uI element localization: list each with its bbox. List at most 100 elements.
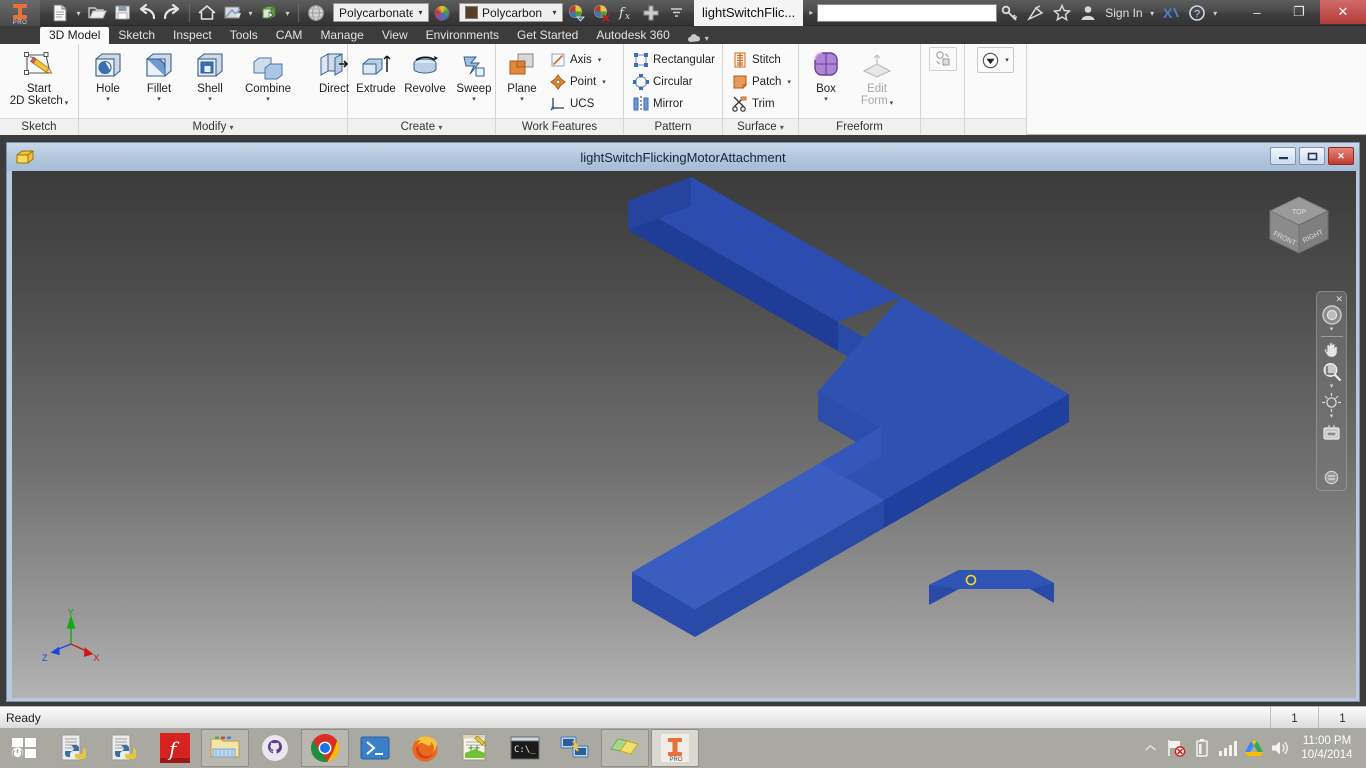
user-avatar-icon[interactable]	[1075, 1, 1101, 25]
panel-create-dropdown-icon[interactable]: ▾	[438, 123, 442, 132]
taskbar-flash-f-icon[interactable]: f	[151, 729, 199, 767]
document-close-button[interactable]: ✕	[1328, 147, 1354, 165]
return-caret-icon[interactable]: ▾	[245, 2, 256, 24]
adjust-appearance-icon[interactable]	[564, 2, 588, 24]
orbit-icon[interactable]	[1319, 391, 1345, 413]
combine-caret-icon[interactable]: ▾	[266, 96, 270, 103]
taskbar-firefox-icon[interactable]	[401, 729, 449, 767]
autodesk-exchange-icon[interactable]: X	[1158, 1, 1184, 25]
plus-icon[interactable]	[639, 2, 663, 24]
update-green-box-icon[interactable]	[257, 2, 281, 24]
shell-button[interactable]: Shell ▾	[185, 47, 235, 103]
steering-wheel-icon[interactable]	[1319, 304, 1345, 326]
point-caret-icon[interactable]: ▾	[602, 78, 606, 86]
taskbar-python-script-icon-1[interactable]	[51, 729, 99, 767]
fillet-button[interactable]: Fillet ▾	[134, 47, 184, 103]
material-selector[interactable]: Polycarbonate ▾	[333, 3, 430, 22]
revolve-button[interactable]: Revolve	[401, 47, 449, 95]
edit-form-button[interactable]: Edit Form ▾	[850, 47, 904, 107]
panel-surface-dropdown-icon[interactable]: ▾	[780, 123, 784, 132]
cloud-icon[interactable]: ▾	[679, 33, 717, 44]
tab-inspect[interactable]: Inspect	[164, 27, 221, 44]
appearance-sphere-icon[interactable]	[430, 2, 454, 24]
document-minimize-button[interactable]	[1270, 147, 1296, 165]
fx-parameters-icon[interactable]: fx	[614, 2, 638, 24]
zoom-magnifier-icon[interactable]	[1319, 361, 1345, 383]
patch-button[interactable]: Patch ▾	[727, 71, 795, 92]
look-at-icon[interactable]	[1319, 421, 1345, 443]
return-icon[interactable]	[220, 2, 244, 24]
convert-button[interactable]	[928, 47, 957, 71]
sweep-caret-icon[interactable]: ▾	[472, 96, 476, 103]
plane-button[interactable]: Plane ▾	[500, 47, 544, 103]
stitch-button[interactable]: Stitch	[727, 49, 795, 70]
hole-button[interactable]: Hole ▾	[83, 47, 133, 103]
hole-caret-icon[interactable]: ▾	[106, 96, 110, 103]
panel-modify-dropdown-icon[interactable]: ▾	[230, 123, 234, 132]
tab-manage[interactable]: Manage	[311, 27, 372, 44]
network-signal-icon[interactable]	[1218, 738, 1238, 758]
tab-get-started[interactable]: Get Started	[508, 27, 587, 44]
rectangular-pattern-button[interactable]: Rectangular	[628, 49, 719, 70]
more-commands-caret[interactable]	[664, 2, 688, 24]
circular-pattern-button[interactable]: Circular	[628, 71, 719, 92]
tab-tools[interactable]: Tools	[221, 27, 267, 44]
start-2d-sketch-button[interactable]: Start 2D Sketch ▾	[5, 47, 73, 107]
axis-caret-icon[interactable]: ▾	[598, 56, 602, 64]
search-input[interactable]	[817, 3, 998, 22]
combine-button[interactable]: Combine ▾	[236, 47, 300, 103]
redo-arrow-icon[interactable]	[160, 2, 184, 24]
help-satellite-icon[interactable]	[1023, 1, 1049, 25]
patch-caret-icon[interactable]: ▾	[787, 78, 791, 86]
fillet-caret-icon[interactable]: ▾	[157, 96, 161, 103]
search-expand-icon[interactable]: ▸	[805, 8, 817, 17]
axis-button[interactable]: Axis ▾	[545, 49, 610, 70]
globe-icon[interactable]	[304, 2, 328, 24]
help-question-icon[interactable]: ?	[1184, 1, 1210, 25]
pan-hand-icon[interactable]	[1319, 339, 1345, 361]
taskbar-command-prompt-icon[interactable]: C:\_	[501, 729, 549, 767]
mirror-button[interactable]: Mirror	[628, 93, 719, 114]
taskbar-inventor-pro-icon[interactable]: PRO	[651, 729, 699, 767]
start-2d-sketch-caret-icon[interactable]: ▾	[65, 100, 69, 107]
update-caret-icon[interactable]: ▾	[282, 2, 293, 24]
trim-button[interactable]: Trim	[727, 93, 795, 114]
search-key-icon[interactable]	[997, 1, 1023, 25]
inventor-app-menu-button[interactable]: PRO	[0, 0, 40, 26]
minimize-window-button[interactable]: –	[1236, 0, 1278, 24]
document-restore-button[interactable]	[1299, 147, 1325, 165]
explore-caret-icon[interactable]: ▾	[1005, 56, 1009, 64]
steering-wheel-caret-icon[interactable]: ▾	[1330, 326, 1334, 334]
google-drive-icon[interactable]	[1244, 738, 1264, 758]
tab-3d-model[interactable]: 3D Model	[40, 27, 110, 44]
taskbar-notepad-plus-plus-icon[interactable]: ++	[451, 729, 499, 767]
plane-caret-icon[interactable]: ▾	[520, 96, 524, 103]
taskbar-powershell-icon[interactable]	[351, 729, 399, 767]
box-caret-icon[interactable]: ▾	[824, 96, 828, 103]
viewcube[interactable]: TOP FRONT RIGHT	[1262, 193, 1332, 263]
material-chevron-down-icon[interactable]: ▾	[413, 4, 428, 21]
tab-environments[interactable]: Environments	[417, 27, 508, 44]
windows-start-icon[interactable]	[1, 729, 49, 767]
taskbar-github-octocat-icon[interactable]	[251, 729, 299, 767]
sign-in-caret-icon[interactable]: ▾	[1147, 2, 1158, 24]
part-model-overlay[interactable]	[12, 171, 1356, 698]
taskbar-file-explorer-icon[interactable]	[201, 729, 249, 767]
clear-appearance-icon[interactable]	[589, 2, 613, 24]
zoom-caret-icon[interactable]: ▾	[1330, 383, 1334, 391]
close-window-button[interactable]: ✕	[1320, 0, 1366, 24]
undo-arrow-icon[interactable]	[135, 2, 159, 24]
close-x-icon[interactable]: ✕	[1335, 295, 1343, 304]
taskbar-clock[interactable]: 11:00 PM 10/4/2014	[1296, 734, 1358, 762]
box-button[interactable]: Box ▾	[803, 47, 849, 103]
point-button[interactable]: Point ▾	[545, 71, 610, 92]
battery-icon[interactable]	[1192, 738, 1212, 758]
sweep-button[interactable]: Sweep ▾	[450, 47, 498, 103]
show-hidden-icons-caret[interactable]	[1140, 738, 1160, 758]
home-icon[interactable]	[195, 2, 219, 24]
orbit-caret-icon[interactable]: ▾	[1330, 413, 1334, 421]
volume-icon[interactable]	[1270, 738, 1290, 758]
explore-button[interactable]: ▾	[977, 47, 1014, 73]
save-disk-icon[interactable]	[110, 2, 134, 24]
edit-form-caret-icon[interactable]: ▾	[890, 100, 894, 107]
